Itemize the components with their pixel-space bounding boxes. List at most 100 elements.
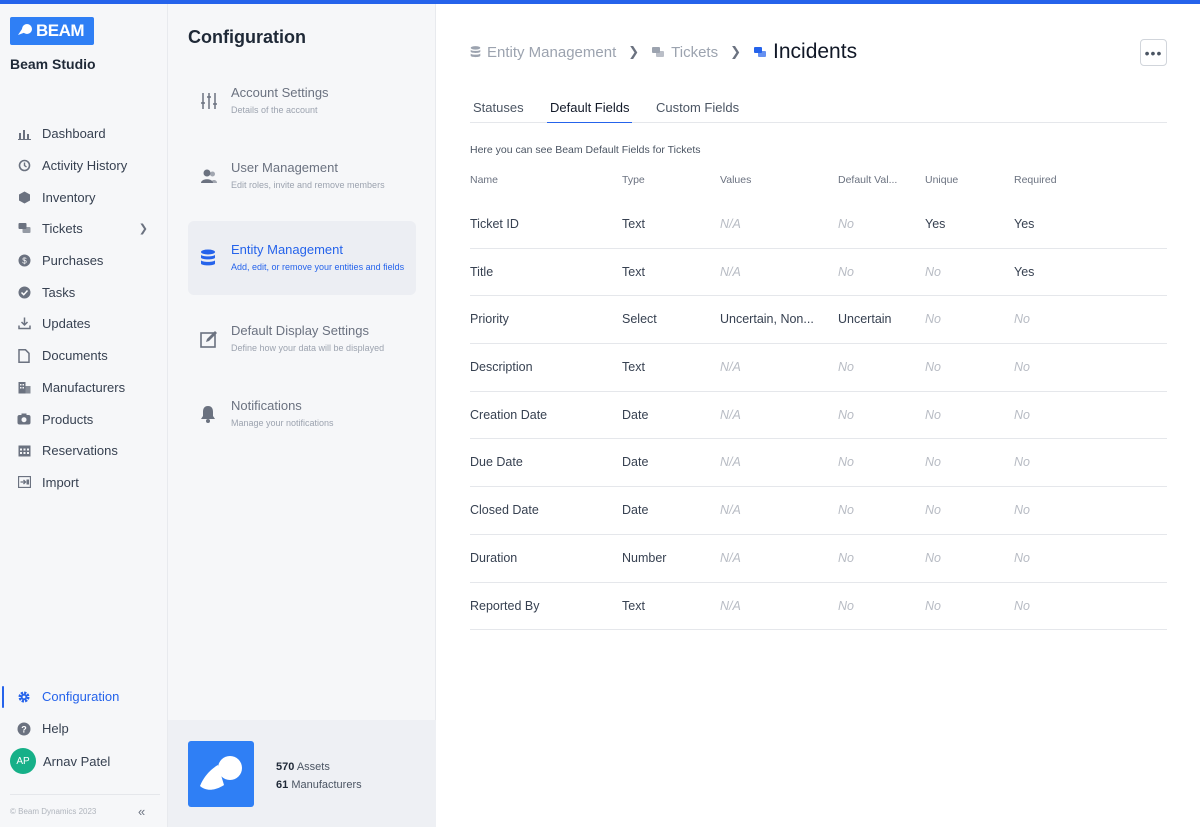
assets-label: Assets: [296, 761, 330, 773]
assets-count: 570: [276, 761, 295, 773]
chevron-right-icon[interactable]: ❯: [139, 222, 148, 235]
field-unique: No: [925, 264, 941, 279]
section-description: Here you can see Beam Default Fields for…: [470, 144, 701, 156]
sidebar-item-tasks[interactable]: Tasks: [0, 276, 168, 308]
config-item-notifications[interactable]: Notifications Manage your notifications: [188, 377, 416, 451]
sidebar-item-label: Tickets: [42, 221, 83, 237]
divider: [10, 794, 160, 795]
users-icon: [200, 139, 218, 213]
table-row[interactable]: Reported By Text N/A No No No: [470, 583, 1167, 631]
field-values: N/A: [720, 217, 741, 231]
field-unique: Yes: [925, 217, 946, 231]
sidebar-item-inventory[interactable]: Inventory: [0, 181, 168, 213]
import-icon: [17, 475, 31, 489]
sidebar-item-dashboard[interactable]: Dashboard: [0, 118, 168, 150]
sidebar-item-updates[interactable]: Updates: [0, 308, 168, 340]
stats-summary: 570 Assets 61 Manufacturers: [276, 758, 362, 794]
config-item-label: Default Display Settings: [231, 323, 370, 338]
field-name: Priority: [470, 312, 509, 327]
sidebar-item-reservations[interactable]: Reservations: [0, 435, 168, 467]
column-header-name[interactable]: Name: [470, 174, 498, 186]
bar-chart-icon: [17, 127, 31, 141]
sidebar-item-manufacturers[interactable]: Manufacturers: [0, 372, 168, 404]
field-values: N/A: [720, 264, 741, 279]
config-item-user-management[interactable]: User Management Edit roles, invite and re…: [188, 139, 416, 213]
field-name: Title: [470, 264, 494, 279]
sidebar-item-activity-history[interactable]: Activity History: [0, 150, 168, 182]
field-unique: No: [925, 598, 941, 613]
table-row[interactable]: Creation Date Date N/A No No No: [470, 392, 1167, 440]
table-row[interactable]: Due Date Date N/A No No No: [470, 439, 1167, 488]
database-icon: [200, 221, 216, 295]
field-type: Text: [622, 598, 645, 613]
sidebar-item-configuration[interactable]: Configuration: [0, 681, 168, 713]
field-default: No: [838, 503, 854, 518]
table-row[interactable]: Description Text N/A No No No: [470, 344, 1167, 392]
manufacturers-label: Manufacturers: [291, 779, 362, 791]
column-header-required[interactable]: Required: [1014, 174, 1057, 186]
table-row[interactable]: Duration Number N/A No No No: [470, 535, 1167, 583]
field-default: Uncertain: [838, 312, 892, 327]
sidebar: BEAM Beam Studio Dashboard Activity Hist…: [0, 4, 168, 827]
table-row[interactable]: Title Text N/A No No Yes: [470, 249, 1167, 297]
config-item-desc: Edit roles, invite and remove members: [231, 180, 385, 190]
tab-default-fields[interactable]: Default Fields: [547, 100, 633, 123]
sidebar-item-products[interactable]: Products: [0, 403, 168, 435]
config-item-account-settings[interactable]: Account Settings Details of the account: [188, 64, 416, 138]
collapse-sidebar-icon[interactable]: «: [138, 804, 145, 819]
field-unique: No: [925, 407, 941, 422]
field-name: Reported By: [470, 598, 540, 613]
more-options-button[interactable]: •••: [1140, 39, 1167, 66]
help-icon: ?: [17, 722, 31, 736]
sidebar-item-documents[interactable]: Documents: [0, 340, 168, 372]
tab-custom-fields[interactable]: Custom Fields: [653, 100, 742, 123]
column-header-unique[interactable]: Unique: [925, 174, 958, 186]
field-required: No: [1014, 503, 1030, 518]
breadcrumb-tickets[interactable]: Tickets: [651, 44, 718, 61]
breadcrumb-entity-management[interactable]: Entity Management: [470, 44, 616, 61]
configuration-panel: Configuration Account Settings Details of…: [168, 4, 436, 827]
tab-statuses[interactable]: Statuses: [470, 100, 527, 123]
column-header-type[interactable]: Type: [622, 174, 645, 186]
config-item-label: Account Settings: [231, 85, 329, 100]
column-header-values[interactable]: Values: [720, 174, 751, 186]
config-item-default-display-settings[interactable]: Default Display Settings Define how your …: [188, 302, 416, 376]
field-required: No: [1014, 360, 1030, 375]
field-type: Select: [622, 312, 657, 327]
sidebar-item-tickets[interactable]: Tickets ❯: [0, 213, 168, 245]
field-name: Description: [470, 360, 533, 375]
table-row[interactable]: Closed Date Date N/A No No No: [470, 487, 1167, 535]
sliders-icon: [200, 64, 218, 138]
sidebar-item-label: Tasks: [42, 284, 76, 300]
field-unique: No: [925, 455, 941, 470]
table-row[interactable]: Ticket ID Text N/A No Yes Yes: [470, 201, 1167, 249]
breadcrumb-label: Tickets: [671, 43, 719, 61]
user-profile[interactable]: AP Arnav Patel: [10, 748, 110, 774]
building-icon: [17, 380, 31, 394]
field-default: No: [838, 264, 854, 279]
sidebar-item-purchases[interactable]: $ Purchases: [0, 245, 168, 277]
field-default: No: [838, 550, 854, 565]
dollar-badge-icon: $: [17, 254, 31, 268]
sidebar-item-help[interactable]: ? Help: [0, 713, 168, 745]
breadcrumb-label: Entity Management: [487, 43, 617, 61]
field-type: Text: [622, 360, 645, 375]
cube-icon: [17, 190, 31, 204]
field-values: N/A: [720, 598, 741, 613]
field-unique: No: [925, 360, 941, 375]
logo-text: BEAM: [36, 21, 85, 40]
config-item-label: User Management: [231, 160, 338, 175]
document-icon: [17, 348, 31, 363]
table-row[interactable]: Priority Select Uncertain, Non... Uncert…: [470, 296, 1167, 345]
field-default: No: [838, 217, 854, 231]
sidebar-item-label: Dashboard: [42, 126, 106, 142]
panel-title: Configuration: [188, 27, 306, 47]
chevron-right-icon: ❯: [628, 44, 640, 59]
sidebar-item-import[interactable]: Import: [0, 467, 168, 499]
field-default: No: [838, 455, 854, 470]
sidebar-item-label: Manufacturers: [42, 379, 126, 395]
sidebar-item-label: Configuration: [42, 689, 120, 705]
column-header-default-value[interactable]: Default Val...: [838, 174, 897, 186]
beam-logo[interactable]: BEAM: [10, 17, 94, 45]
config-item-entity-management[interactable]: Entity Management Add, edit, or remove yo…: [188, 221, 416, 295]
